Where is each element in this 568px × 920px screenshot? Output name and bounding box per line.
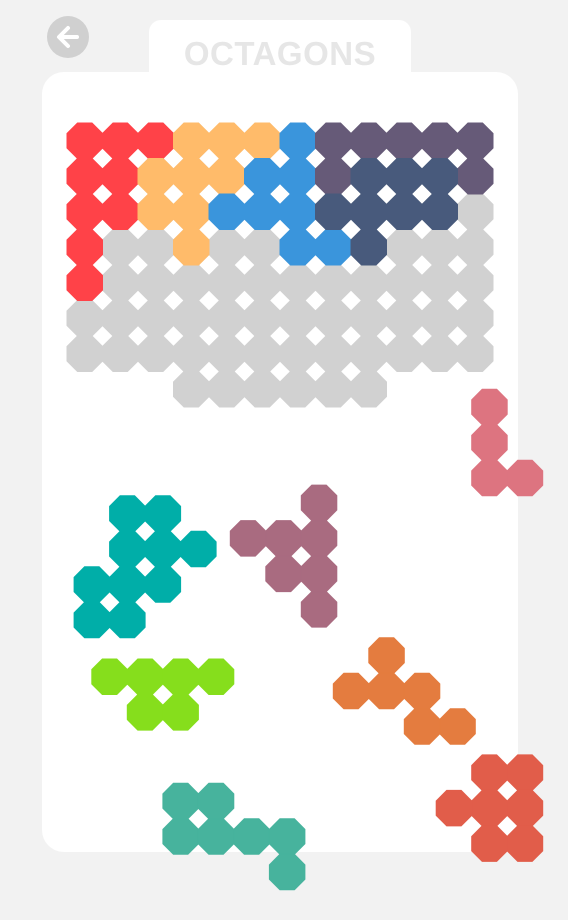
dark-orange-piece-cell[interactable] [439,708,476,745]
red-piece-cell[interactable] [102,122,139,159]
navy-piece-cell[interactable] [386,193,423,230]
orange-piece-cell[interactable] [137,193,174,230]
mauve-piece-cell[interactable] [300,555,338,593]
orange-piece-cell[interactable] [173,193,210,230]
pink-piece-cell[interactable] [506,459,544,497]
red-piece-cell[interactable] [102,193,139,230]
page-title: OCTAGONS [183,35,377,72]
sea-green-piece-cell[interactable] [162,782,199,820]
blue-piece-cell[interactable] [244,158,281,195]
red-piece-cell[interactable] [66,193,103,230]
blue-piece-cell[interactable] [279,229,316,266]
orange-piece-cell[interactable] [208,122,245,159]
pink-piece-cell[interactable] [471,388,508,426]
dark-orange-piece-cell[interactable] [403,672,441,710]
teal-piece-cell[interactable] [73,601,111,639]
dark-orange-piece-cell[interactable] [403,708,441,745]
dark-orange-piece-cell[interactable] [332,672,370,710]
teal-piece-cell[interactable] [109,530,146,568]
navy-piece-cell[interactable] [350,158,387,195]
sea-green-piece-cell[interactable] [197,818,235,855]
teal-piece-cell[interactable] [109,495,146,532]
sea-green-piece-cell[interactable] [268,853,306,891]
mauve-piece-cell[interactable] [300,591,338,628]
orange-piece-cell[interactable] [173,229,210,266]
lime-piece-cell[interactable] [126,694,164,731]
purple-piece-cell[interactable] [315,122,352,159]
purple-piece-cell[interactable] [386,122,423,159]
teal-piece-cell[interactable] [180,530,217,568]
sea-green-piece-cell[interactable] [268,818,306,855]
lime-piece-cell[interactable] [91,658,128,695]
mauve-piece-cell[interactable] [265,520,302,557]
blue-piece-cell[interactable] [244,193,281,230]
purple-piece-cell[interactable] [421,122,458,159]
purple-piece-cell[interactable] [457,158,494,195]
pink-piece[interactable] [471,388,544,497]
red-piece-cell[interactable] [66,158,103,195]
orange-piece-cell[interactable] [173,122,210,159]
teal-piece-cell[interactable] [109,566,146,603]
purple-piece-cell[interactable] [457,122,494,159]
navy-piece-cell[interactable] [350,193,387,230]
coral-piece-cell[interactable] [506,825,544,862]
navy-piece-cell[interactable] [386,158,423,195]
dark-orange-piece-cell[interactable] [368,637,405,674]
pink-piece-cell[interactable] [471,424,508,461]
red-piece-cell[interactable] [137,122,174,159]
blue-piece-cell[interactable] [279,193,316,230]
pink-piece-cell[interactable] [471,459,508,497]
navy-piece-cell[interactable] [421,193,458,230]
lime-piece-cell[interactable] [126,658,164,695]
dark-orange-piece-cell[interactable] [368,672,405,710]
teal-piece-cell[interactable] [144,530,182,568]
lime-piece-cell[interactable] [162,694,199,731]
mauve-piece-cell[interactable] [300,484,338,522]
coral-piece-cell[interactable] [506,754,544,791]
blue-piece-cell[interactable] [208,193,245,230]
purple-piece-cell[interactable] [350,122,387,159]
lime-piece-cell[interactable] [162,658,199,695]
blue-piece-cell[interactable] [279,122,316,159]
red-piece-cell[interactable] [102,158,139,195]
teal-piece-cell[interactable] [73,566,111,603]
blue-piece-cell[interactable] [279,158,316,195]
navy-piece-cell[interactable] [421,158,458,195]
coral-piece-cell[interactable] [471,754,508,791]
teal-piece-cell[interactable] [144,566,182,603]
red-piece-cell[interactable] [66,264,103,301]
teal-piece-cell[interactable] [109,601,146,639]
sea-green-piece-cell[interactable] [162,818,199,855]
sea-green-piece-cell[interactable] [197,782,235,820]
coral-piece-cell[interactable] [471,825,508,862]
lime-piece-cell[interactable] [197,658,235,695]
orange-piece-cell[interactable] [173,158,210,195]
orange-piece-cell[interactable] [244,122,281,159]
orange-piece-cell[interactable] [137,158,174,195]
red-piece-cell[interactable] [66,229,103,266]
orange-piece-cell[interactable] [208,158,245,195]
blue-piece-cell[interactable] [315,229,352,266]
mauve-piece-cell[interactable] [265,555,302,593]
sea-green-piece-cell[interactable] [233,818,270,855]
arrow-left-icon [57,26,79,48]
red-piece-cell[interactable] [66,122,103,159]
coral-piece-cell[interactable] [471,789,508,827]
teal-piece-cell[interactable] [144,495,182,532]
coral-piece-cell[interactable] [506,789,544,827]
back-button[interactable] [47,16,89,58]
mauve-piece-cell[interactable] [229,520,267,557]
navy-piece-cell[interactable] [315,193,352,230]
navy-piece-cell[interactable] [350,229,387,266]
coral-piece-cell[interactable] [435,789,473,827]
purple-piece-cell[interactable] [315,158,352,195]
mauve-piece-cell[interactable] [300,520,338,557]
